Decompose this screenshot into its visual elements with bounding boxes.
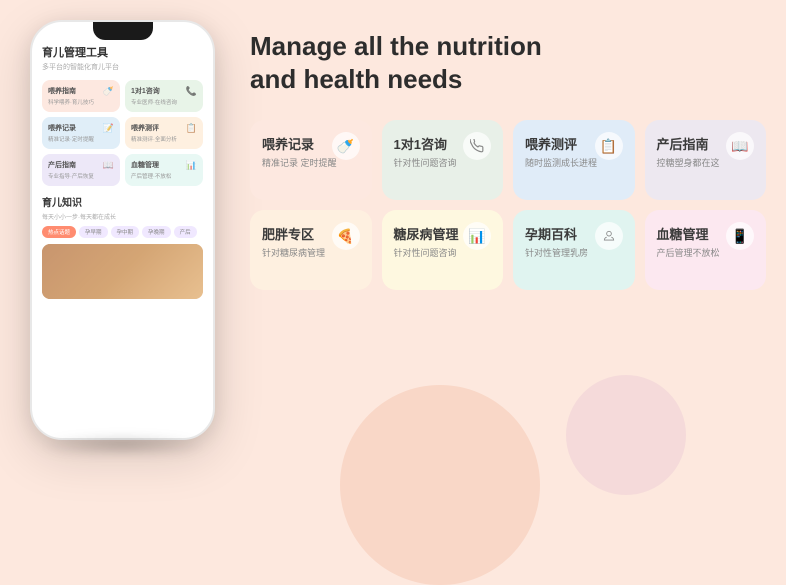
- blood-sugar-icon: 📱: [726, 222, 754, 250]
- phone-card-5-sub: 专业指导·产后恢复: [48, 172, 114, 180]
- assessment-icon: 📋: [595, 132, 623, 160]
- phone-card-2-sub: 专业医师·在线咨询: [131, 98, 197, 106]
- phone-knowledge-title: 育儿知识: [42, 194, 203, 209]
- feature-card-feeding-record[interactable]: 喂养记录 精准记录 定时提醒 🍼: [250, 120, 372, 200]
- phone-card-6-icon: 📊: [186, 160, 197, 171]
- phone-card-5[interactable]: 产后指南 专业指导·产后恢复 📖: [42, 154, 120, 186]
- phone-tag-late[interactable]: 孕晚期: [142, 226, 171, 238]
- phone-card-5-icon: 📖: [103, 160, 114, 171]
- right-content-area: Manage all the nutrition and health need…: [250, 30, 766, 300]
- feature-card-consult[interactable]: 1对1咨询 针对性问题咨询: [382, 120, 504, 200]
- phone-card-2-icon: 📞: [186, 86, 197, 97]
- feature-card-pregnancy-wiki[interactable]: 孕期百科 针对性管理乳房: [513, 210, 635, 290]
- feature-card-postpartum[interactable]: 产后指南 控糖塑身都在这 📖: [645, 120, 767, 200]
- phone-card-4-sub: 精准测评·全面分析: [131, 135, 197, 143]
- phone-card-4[interactable]: 喂养测评 精准测评·全面分析 📋: [125, 117, 203, 149]
- feature-card-diabetes[interactable]: 糖尿病管理 针对性问题咨询 📊: [382, 210, 504, 290]
- phone-app-subtitle: 多平台的智能化育儿平台: [42, 62, 203, 72]
- feature-card-blood-sugar[interactable]: 血糖管理 产后管理不放松 📱: [645, 210, 767, 290]
- main-heading: Manage all the nutrition and health need…: [250, 30, 766, 95]
- phone-baby-image: [42, 244, 203, 299]
- phone-card-3-icon: 📝: [103, 123, 114, 134]
- heading-line2: and health needs: [250, 64, 462, 94]
- bg-decoration-circle-bottom: [340, 385, 540, 585]
- phone-tags: 热点话题 孕早期 孕中期 孕晚期 产后: [42, 226, 203, 238]
- phone-card-2[interactable]: 1对1咨询 专业医师·在线咨询 📞: [125, 80, 203, 112]
- feature-cards-row1: 喂养记录 精准记录 定时提醒 🍼 1对1咨询 针对性问题咨询 喂养测评 随时监测…: [250, 120, 766, 200]
- consult-icon: [463, 132, 491, 160]
- feature-cards-row2: 肥胖专区 针对糖尿病管理 🍕 糖尿病管理 针对性问题咨询 📊 孕期百科 针对性管…: [250, 210, 766, 290]
- pregnancy-wiki-icon: [595, 222, 623, 250]
- phone-card-6-sub: 产后管理·不放松: [131, 172, 197, 180]
- phone-knowledge-subtitle: 每天小小一步·每天都在成长: [42, 212, 203, 221]
- feature-card-obesity[interactable]: 肥胖专区 针对糖尿病管理 🍕: [250, 210, 372, 290]
- phone-tag-early[interactable]: 孕早期: [79, 226, 108, 238]
- phone-notch: [93, 22, 153, 40]
- diabetes-icon: 📊: [463, 222, 491, 250]
- phone-mockup: 育儿管理工具 多平台的智能化育儿平台 喂养指南 科学喂养·育儿技巧 🍼 1对1咨…: [30, 20, 215, 440]
- bg-decoration-circle-right: [566, 375, 686, 495]
- phone-frame: 育儿管理工具 多平台的智能化育儿平台 喂养指南 科学喂养·育儿技巧 🍼 1对1咨…: [30, 20, 215, 440]
- phone-tag-post[interactable]: 产后: [174, 226, 197, 238]
- phone-card-1[interactable]: 喂养指南 科学喂养·育儿技巧 🍼: [42, 80, 120, 112]
- feature-card-assessment[interactable]: 喂养测评 随时监测成长进程 📋: [513, 120, 635, 200]
- feeding-record-icon: 🍼: [332, 132, 360, 160]
- obesity-icon: 🍕: [332, 222, 360, 250]
- phone-card-1-sub: 科学喂养·育儿技巧: [48, 98, 114, 106]
- phone-card-3-sub: 精准记录·定时提醒: [48, 135, 114, 143]
- phone-cards-grid: 喂养指南 科学喂养·育儿技巧 🍼 1对1咨询 专业医师·在线咨询 📞 喂养记录 …: [42, 80, 203, 186]
- phone-app-title: 育儿管理工具: [42, 44, 203, 60]
- phone-tag-hot[interactable]: 热点话题: [42, 226, 76, 238]
- phone-card-3[interactable]: 喂养记录 精准记录·定时提醒 📝: [42, 117, 120, 149]
- baby-scene-bg: [42, 244, 203, 299]
- heading-line1: Manage all the nutrition: [250, 31, 542, 61]
- postpartum-icon: 📖: [726, 132, 754, 160]
- phone-card-4-icon: 📋: [186, 123, 197, 134]
- phone-card-6[interactable]: 血糖管理 产后管理·不放松 📊: [125, 154, 203, 186]
- phone-tag-mid[interactable]: 孕中期: [111, 226, 140, 238]
- phone-card-1-icon: 🍼: [103, 86, 114, 97]
- phone-shadow: [40, 435, 205, 455]
- phone-content: 育儿管理工具 多平台的智能化育儿平台 喂养指南 科学喂养·育儿技巧 🍼 1对1咨…: [32, 22, 213, 438]
